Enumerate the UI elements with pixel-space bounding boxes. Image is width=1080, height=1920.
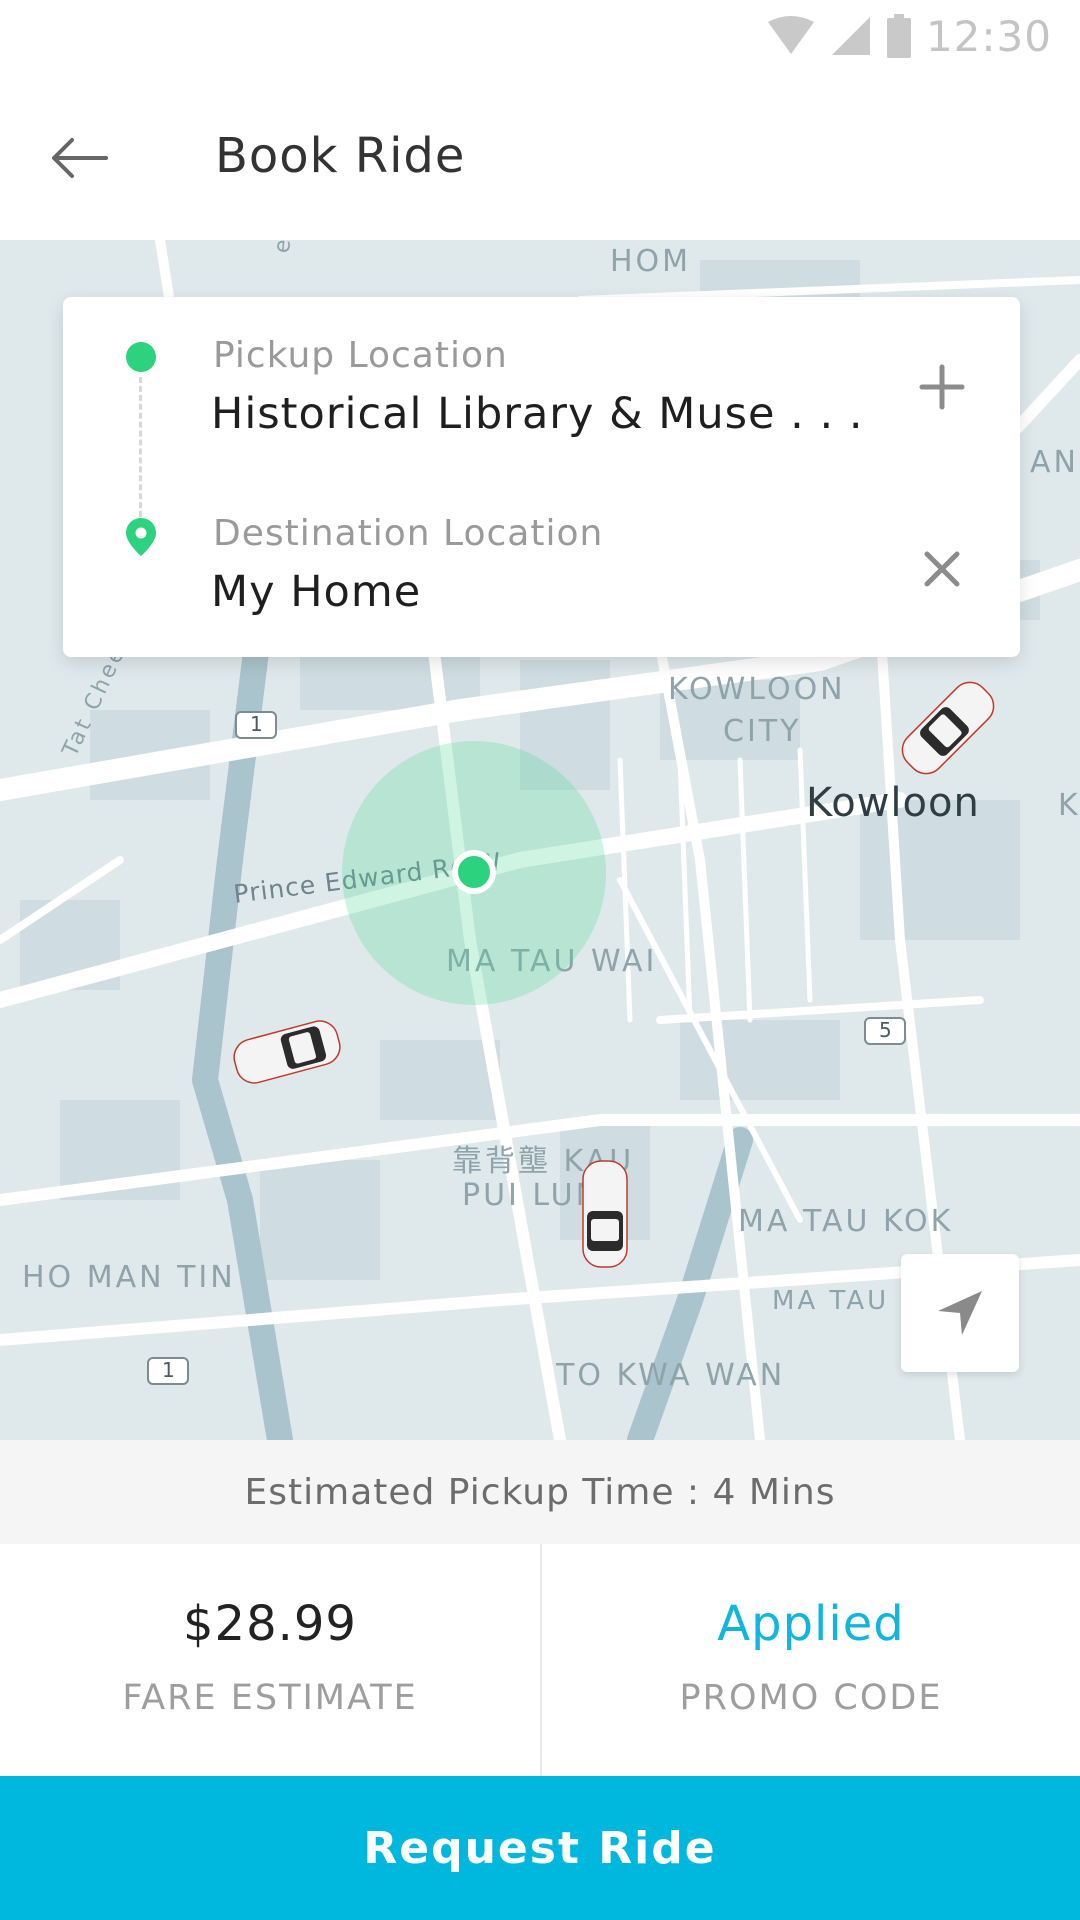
map-label: CITY (723, 714, 802, 749)
fare-value: $28.99 (183, 1596, 357, 1652)
plus-icon (919, 364, 965, 410)
pickup-row[interactable]: Pickup Location Historical Library & Mus… (63, 297, 1020, 517)
map-label: HOM (610, 244, 692, 279)
map-pin-icon (126, 518, 156, 556)
destination-row[interactable]: Destination Location My Home (63, 477, 1020, 657)
page-title: Book Ride (215, 128, 466, 184)
pickup-marker[interactable] (452, 850, 496, 894)
map-label: KOWLOON (668, 672, 846, 707)
pickup-value[interactable]: Historical Library & Muse . . . (211, 389, 864, 439)
estimated-pickup-time: Estimated Pickup Time : 4 Mins (0, 1440, 1080, 1544)
destination-label: Destination Location (213, 513, 604, 554)
promo-caption: PROMO CODE (679, 1678, 943, 1718)
car-marker[interactable] (577, 1159, 633, 1269)
pickup-label: Pickup Location (213, 335, 508, 376)
map-label: K (1058, 788, 1080, 823)
map-label: MA TAU (772, 1286, 890, 1316)
status-icons: 12:30 (766, 10, 1052, 62)
status-bar: 12:30 (0, 0, 1080, 72)
status-time: 12:30 (925, 11, 1052, 61)
signal-icon (831, 17, 870, 55)
request-ride-button[interactable]: Request Ride (0, 1776, 1080, 1920)
map-label: AN (1030, 445, 1079, 480)
arrow-left-icon (52, 138, 108, 178)
wifi-icon (767, 16, 814, 54)
map-label: MA TAU KOK (738, 1204, 954, 1239)
back-button[interactable] (40, 118, 120, 198)
route-shield-label: 1 (162, 1358, 175, 1382)
battery-icon (886, 14, 911, 58)
route-shield-label: 5 (879, 1018, 892, 1042)
location-card: Pickup Location Historical Library & Mus… (63, 297, 1020, 657)
map-label: HO MAN TIN (22, 1260, 236, 1295)
add-stop-button[interactable] (910, 355, 974, 419)
promo-code-button[interactable]: Applied PROMO CODE (540, 1544, 1080, 1776)
pickup-dot-icon (126, 342, 156, 372)
close-icon (924, 551, 960, 587)
fare-info-panel: $28.99 FARE ESTIMATE Applied PROMO CODE (0, 1544, 1080, 1776)
clear-destination-button[interactable] (910, 537, 974, 601)
map-label: Kowloon (806, 780, 980, 826)
fare-estimate: $28.99 FARE ESTIMATE (0, 1544, 540, 1776)
fare-caption: FARE ESTIMATE (122, 1678, 418, 1718)
route-shield-label: 1 (250, 712, 263, 736)
map-label: TO KWA WAN (556, 1358, 786, 1393)
navigation-arrow-icon (938, 1291, 982, 1335)
app-bar: Book Ride (0, 72, 1080, 240)
locate-me-button[interactable] (901, 1254, 1019, 1372)
destination-value[interactable]: My Home (211, 567, 421, 617)
promo-status: Applied (717, 1596, 905, 1652)
